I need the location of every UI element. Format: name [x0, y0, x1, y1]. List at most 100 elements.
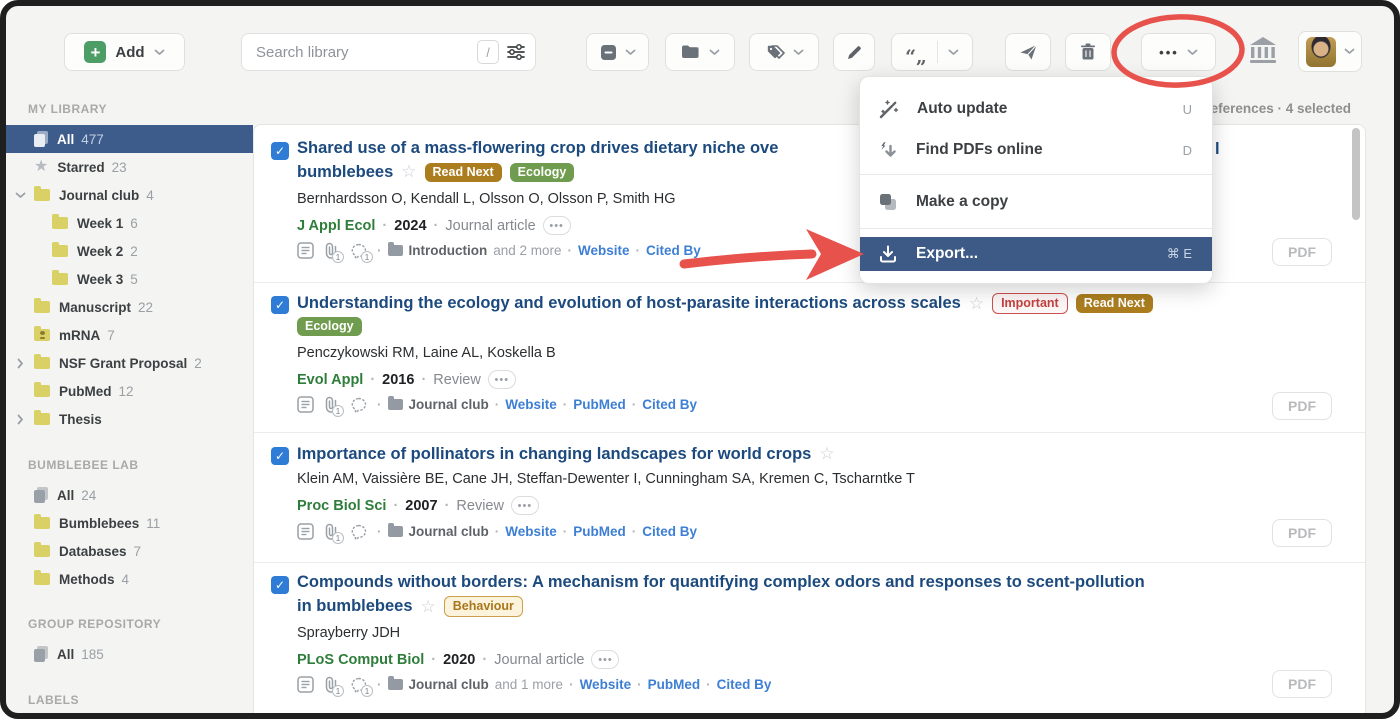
tag-ecology[interactable]: Ecology [510, 163, 575, 182]
sidebar-item-week-3[interactable]: Week 3 5 [6, 265, 253, 293]
sidebar-item-group-all[interactable]: All 185 [6, 640, 253, 668]
row-checkbox[interactable]: ✓ [271, 447, 289, 465]
sidebar-item-bumblebees[interactable]: Bumblebees 11 [6, 509, 253, 537]
comment-icon[interactable]: 1 [350, 243, 367, 259]
sidebar-item-all[interactable]: All 477 [6, 125, 253, 153]
filter-sliders-icon[interactable] [507, 44, 525, 60]
sidebar-item-thesis[interactable]: Thesis [6, 405, 253, 433]
sidebar-item-week-1[interactable]: Week 1 6 [6, 209, 253, 237]
pdf-button[interactable]: PDF [1272, 392, 1332, 420]
pubmed-link[interactable]: PubMed [648, 677, 701, 692]
sidebar-item-methods[interactable]: Methods 4 [6, 565, 253, 593]
menu-item-find-pdfs-online[interactable]: Find PDFs online D [860, 134, 1212, 166]
menu-item-auto-update[interactable]: Auto update U [860, 93, 1212, 125]
reference-title[interactable]: Shared use of a mass-flowering crop driv… [297, 139, 778, 158]
chevron-down-icon [709, 49, 720, 56]
sidebar-item-journal-club[interactable]: Journal club 4 [6, 181, 253, 209]
add-button[interactable]: + Add [64, 33, 185, 71]
notes-icon[interactable] [297, 396, 314, 413]
journal-name[interactable]: PLoS Comput Biol [297, 652, 424, 668]
attachment-icon[interactable]: 1 [324, 676, 338, 693]
account-menu-button[interactable] [1298, 31, 1362, 72]
notes-icon[interactable] [297, 523, 314, 540]
cite-button[interactable]: “„ [891, 33, 973, 71]
cited-by-link[interactable]: Cited By [646, 243, 701, 258]
star-toggle-icon[interactable]: ☆ [969, 294, 984, 314]
journal-name[interactable]: Evol Appl [297, 372, 363, 388]
pdf-button[interactable]: PDF [1272, 238, 1332, 266]
attachment-icon[interactable]: 1 [324, 523, 338, 540]
menu-item-export[interactable]: Export... ⌘ E [860, 237, 1212, 271]
collection-name[interactable]: Journal club [409, 677, 489, 692]
star-toggle-icon[interactable]: ☆ [819, 444, 834, 464]
row-checkbox[interactable]: ✓ [271, 576, 289, 594]
row-more-button[interactable]: ••• [591, 650, 619, 669]
tag-important[interactable]: Important [992, 293, 1068, 314]
collection-name[interactable]: Journal club [409, 397, 489, 412]
sidebar-item-week-2[interactable]: Week 2 2 [6, 237, 253, 265]
reference-row[interactable]: ✓ Understanding the ecology and evolutio… [254, 282, 1365, 432]
sidebar-item-lab-all[interactable]: All 24 [6, 481, 253, 509]
attachment-icon[interactable]: 1 [324, 396, 338, 413]
website-link[interactable]: Website [578, 243, 630, 258]
pdf-button[interactable]: PDF [1272, 519, 1332, 547]
more-actions-button[interactable]: ••• [1141, 33, 1216, 71]
move-to-folder-button[interactable] [665, 33, 735, 71]
comment-icon[interactable] [350, 397, 367, 413]
sidebar-item-manuscript[interactable]: Manuscript 22 [6, 293, 253, 321]
sidebar-item-pubmed[interactable]: PubMed 12 [6, 377, 253, 405]
star-toggle-icon[interactable]: ☆ [401, 162, 416, 182]
tag-read-next[interactable]: Read Next [425, 163, 502, 182]
menu-item-make-a-copy[interactable]: Make a copy [860, 186, 1212, 218]
row-more-button[interactable]: ••• [511, 496, 539, 515]
sidebar-item-mrna[interactable]: mRNA 7 [6, 321, 253, 349]
pdf-button[interactable]: PDF [1272, 670, 1332, 698]
cited-by-link[interactable]: Cited By [717, 677, 772, 692]
chevron-right-icon[interactable] [17, 358, 24, 369]
row-more-button[interactable]: ••• [543, 216, 571, 235]
collection-name[interactable]: Journal club [409, 524, 489, 539]
pubmed-link[interactable]: PubMed [573, 524, 626, 539]
trash-icon [1080, 43, 1096, 61]
trash-button[interactable] [1065, 33, 1111, 71]
chevron-down-icon[interactable] [15, 192, 26, 199]
institution-icon[interactable] [1248, 36, 1278, 64]
website-link[interactable]: Website [505, 524, 557, 539]
website-link[interactable]: Website [505, 397, 557, 412]
chevron-right-icon[interactable] [17, 414, 24, 425]
reference-title[interactable]: Importance of pollinators in changing la… [297, 445, 811, 464]
cited-by-link[interactable]: Cited By [642, 524, 697, 539]
website-link[interactable]: Website [580, 677, 632, 692]
sidebar-item-starred[interactable]: ★ Starred 23 [6, 153, 253, 181]
collection-name[interactable]: Introduction [409, 243, 488, 258]
reference-row[interactable]: ✓ Importance of pollinators in changing … [254, 432, 1365, 562]
tag-behaviour[interactable]: Behaviour [444, 596, 523, 617]
search-box[interactable]: / [241, 33, 536, 71]
sidebar-item-databases[interactable]: Databases 7 [6, 537, 253, 565]
notes-icon[interactable] [297, 242, 314, 259]
select-all-button[interactable] [586, 33, 649, 71]
pubmed-link[interactable]: PubMed [573, 397, 626, 412]
comment-icon[interactable] [350, 524, 367, 540]
scrollbar-thumb[interactable] [1352, 128, 1360, 220]
journal-name[interactable]: Proc Biol Sci [297, 498, 386, 514]
star-toggle-icon[interactable]: ☆ [421, 597, 436, 617]
row-checkbox[interactable]: ✓ [271, 296, 289, 314]
reference-title[interactable]: Compounds without borders: A mechanism f… [297, 573, 1145, 592]
row-checkbox[interactable]: ✓ [271, 142, 289, 160]
search-input[interactable] [256, 44, 477, 61]
label-button[interactable] [749, 33, 819, 71]
journal-name[interactable]: J Appl Ecol [297, 218, 375, 234]
comment-icon[interactable]: 1 [350, 677, 367, 693]
cited-by-link[interactable]: Cited By [642, 397, 697, 412]
attachment-icon[interactable]: 1 [324, 242, 338, 259]
reference-row[interactable]: ✓ Compounds without borders: A mechanism… [254, 562, 1365, 719]
tag-read-next[interactable]: Read Next [1076, 294, 1153, 313]
reference-title[interactable]: Understanding the ecology and evolution … [297, 294, 961, 313]
share-button[interactable] [1005, 33, 1051, 71]
sidebar-item-nsf-grant-proposal[interactable]: NSF Grant Proposal 2 [6, 349, 253, 377]
notes-icon[interactable] [297, 676, 314, 693]
tag-ecology[interactable]: Ecology [297, 317, 362, 336]
edit-button[interactable] [833, 33, 875, 71]
row-more-button[interactable]: ••• [488, 370, 516, 389]
